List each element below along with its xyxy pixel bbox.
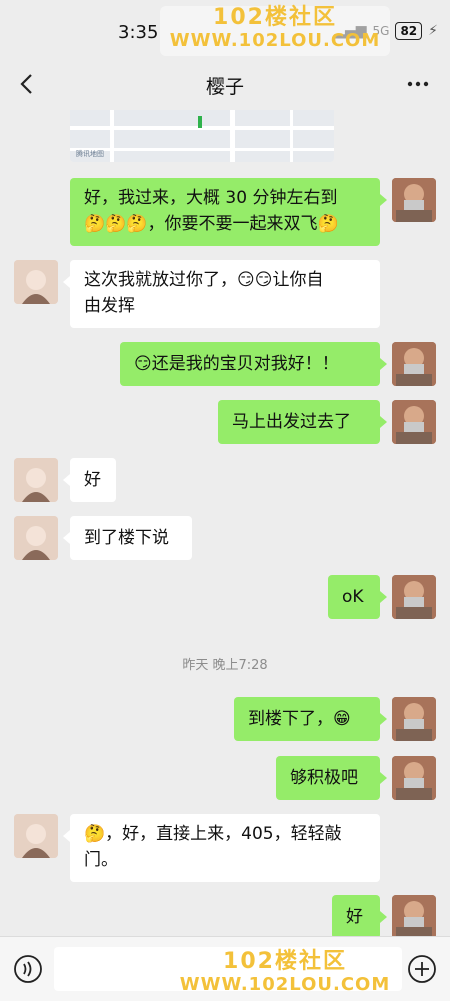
message-bubble[interactable]: 好 — [70, 458, 116, 502]
message-text: oK — [342, 587, 364, 607]
message-bubble[interactable]: 好 — [332, 895, 380, 939]
message-text: 到了楼下说 — [84, 528, 169, 548]
avatar-self[interactable] — [392, 895, 436, 939]
avatar-self[interactable] — [392, 178, 436, 222]
message-text: 好 — [346, 907, 363, 927]
location-map-preview[interactable]: 腾讯地图 — [70, 110, 334, 162]
bubble-tail — [380, 911, 387, 923]
input-bar — [0, 936, 450, 1001]
bubble-tail — [380, 358, 387, 370]
message-bubble[interactable]: 😏还是我的宝贝对我好！！ — [120, 342, 380, 386]
bubble-tail — [380, 416, 387, 428]
message-text: 😏还是我的宝贝对我好！！ — [134, 354, 339, 374]
message-bubble[interactable]: oK — [328, 575, 380, 619]
avatar-self[interactable] — [392, 756, 436, 800]
avatar-self[interactable] — [392, 342, 436, 386]
battery-indicator: 82 — [395, 22, 423, 40]
bubble-tail — [380, 591, 387, 603]
avatar-other[interactable] — [14, 458, 58, 502]
message-text: 到楼下了，😁 — [248, 709, 351, 729]
avatar-self[interactable] — [392, 697, 436, 741]
message-bubble[interactable]: 到了楼下说 — [70, 516, 192, 560]
avatar-other[interactable] — [14, 516, 58, 560]
voice-icon[interactable] — [12, 953, 44, 985]
more-dots-icon[interactable] — [404, 70, 432, 98]
message-bubble[interactable]: 这次我就放过你了，😏😏让你自 由发挥 — [70, 260, 380, 328]
bubble-tail — [380, 713, 387, 725]
message-text: 🤔，好，直接上来，405，轻轻敲 门。 — [84, 824, 342, 870]
plus-circle-icon[interactable] — [406, 953, 438, 985]
message-bubble[interactable]: 够积极吧 — [276, 756, 380, 800]
time-separator: 昨天 晚上7:28 — [182, 658, 268, 673]
bubble-tail — [63, 830, 70, 842]
message-text: 马上出发过去了 — [232, 412, 351, 432]
message-bubble[interactable]: 好，我过来，大概 30 分钟左右到 🤔🤔🤔，你要不要一起来双飞🤔 — [70, 178, 380, 246]
status-icons: ▂▄▆ 5G 82 ⚡ — [334, 22, 438, 40]
map-logo: 腾讯地图 — [76, 150, 104, 158]
bubble-tail — [63, 276, 70, 288]
message-text: 好 — [84, 470, 101, 490]
avatar-self[interactable] — [392, 575, 436, 619]
message-bubble[interactable]: 马上出发过去了 — [218, 400, 380, 444]
avatar-other[interactable] — [14, 814, 58, 858]
map-pin-icon — [198, 116, 202, 128]
bubble-tail — [63, 474, 70, 486]
message-bubble[interactable]: 到楼下了，😁 — [234, 697, 380, 741]
charging-icon: ⚡ — [428, 23, 438, 39]
bubble-tail — [63, 532, 70, 544]
signal-icon: ▂▄▆ — [334, 23, 367, 39]
message-text: 够积极吧 — [290, 768, 358, 788]
chat-title: 樱子 — [205, 76, 244, 98]
avatar-other[interactable] — [14, 260, 58, 304]
bubble-tail — [380, 772, 387, 784]
message-input[interactable] — [54, 947, 402, 991]
bubble-tail — [380, 194, 387, 206]
message-bubble[interactable]: 🤔，好，直接上来，405，轻轻敲 门。 — [70, 814, 380, 882]
avatar-self[interactable] — [392, 400, 436, 444]
status-time: 3:35 — [118, 22, 159, 43]
message-text: 这次我就放过你了，😏😏让你自 由发挥 — [84, 270, 324, 316]
chat-header: 樱子 — [0, 62, 450, 106]
network-label: 5G — [372, 24, 390, 38]
status-bar: 3:35 ▂▄▆ 5G 82 ⚡ — [0, 0, 450, 62]
message-text: 好，我过来，大概 30 分钟左右到 🤔🤔🤔，你要不要一起来双飞🤔 — [84, 188, 339, 234]
